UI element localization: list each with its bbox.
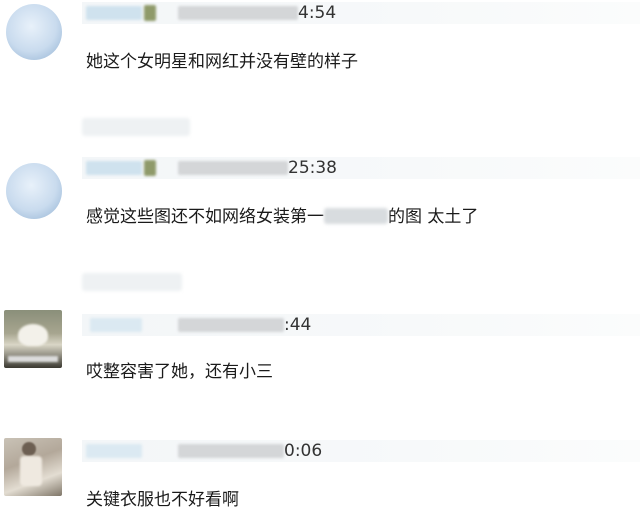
- user-photo-avatar[interactable]: [4, 438, 62, 496]
- comment-text: 她这个女明星和网红并没有壁的样子: [86, 52, 358, 72]
- timestamp-redacted: [178, 318, 284, 332]
- badge-redacted: [144, 160, 156, 176]
- timestamp-visible: 0:06: [284, 441, 323, 461]
- username-redacted: [86, 161, 142, 175]
- comment-header: :44: [82, 314, 640, 336]
- comment-text-part-2: 的图 太土了: [388, 207, 479, 227]
- badge-redacted: [144, 5, 156, 21]
- reply-row-redacted: [82, 273, 182, 291]
- timestamp-redacted: [178, 444, 284, 458]
- comment-header: 4:54: [82, 2, 640, 24]
- comment-text: 感觉这些图还不如网络女装第一 的图 太土了: [86, 205, 478, 229]
- timestamp-redacted: [178, 6, 298, 20]
- timestamp-visible: 25:38: [288, 158, 337, 178]
- reply-row-redacted: [82, 118, 190, 136]
- username-redacted: [90, 318, 142, 332]
- username-redacted: [86, 444, 142, 458]
- comment-item: :44 哎整容害了她，还有小三: [0, 310, 640, 435]
- timestamp-visible: :44: [284, 315, 312, 335]
- masked-name-redacted: [324, 208, 388, 224]
- timestamp-redacted: [178, 161, 288, 175]
- comment-text-part-1: 感觉这些图还不如网络女装第一: [86, 207, 324, 227]
- user-avatar-icon[interactable]: [6, 163, 62, 219]
- timestamp-visible: 4:54: [298, 3, 337, 23]
- comment-text: 关键衣服也不好看啊: [86, 490, 239, 510]
- comment-header: 0:06: [82, 440, 640, 462]
- comment-header: 25:38: [82, 157, 640, 179]
- username-redacted: [86, 6, 142, 20]
- comment-item: 4:54 她这个女明星和网红并没有壁的样子: [0, 0, 640, 150]
- user-photo-avatar[interactable]: [4, 310, 62, 368]
- user-avatar-icon[interactable]: [6, 4, 62, 60]
- comment-item: 25:38 感觉这些图还不如网络女装第一 的图 太土了: [0, 155, 640, 305]
- comment-text: 哎整容害了她，还有小三: [86, 362, 273, 382]
- comment-item: 0:06 关键衣服也不好看啊: [0, 436, 640, 513]
